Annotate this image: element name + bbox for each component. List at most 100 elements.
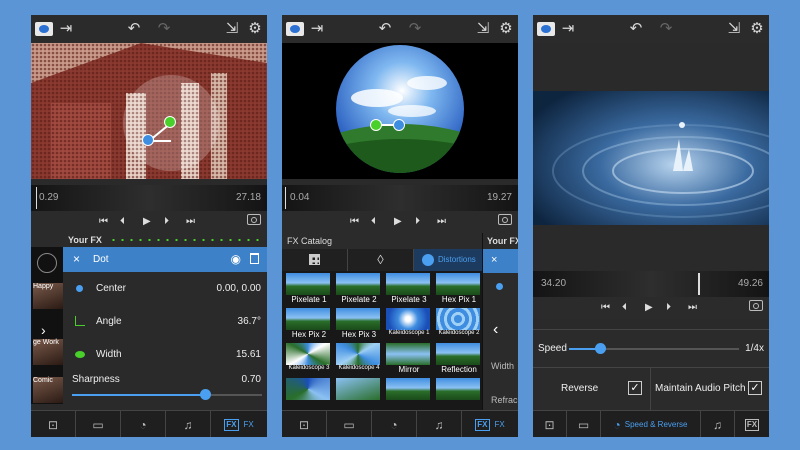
target-icon[interactable] <box>37 253 57 273</box>
gear-icon[interactable]: ⚙ <box>244 19 266 39</box>
chevron-right-icon[interactable]: › <box>41 322 46 338</box>
step-back-icon[interactable]: ⏴ <box>622 301 627 315</box>
app-logo-icon[interactable] <box>286 22 304 36</box>
timeline-scrubber[interactable]: 34.20 49.26 <box>533 271 769 297</box>
play-icon[interactable]: ▶ <box>143 215 151 229</box>
effect-row-4-4[interactable] <box>434 376 485 411</box>
tab-fx[interactable]: FX <box>735 411 769 437</box>
thumb-comic[interactable]: Comic <box>33 377 63 403</box>
video-preview[interactable] <box>533 43 769 271</box>
playhead[interactable] <box>36 187 37 209</box>
camera-icon[interactable] <box>749 300 763 311</box>
display-icon[interactable]: ▭ <box>76 411 121 437</box>
close-icon[interactable]: × <box>73 252 80 266</box>
video-preview[interactable] <box>31 43 267 179</box>
display-icon[interactable]: ▭ <box>567 411 601 437</box>
step-forward-icon[interactable]: ⏵ <box>415 215 420 229</box>
angle-handle[interactable] <box>370 119 382 131</box>
playhead[interactable] <box>698 273 700 295</box>
app-logo-icon[interactable] <box>35 22 53 36</box>
skip-end-icon[interactable]: ⏭ <box>437 215 446 229</box>
tab-color[interactable]: ◊ <box>348 249 414 271</box>
timeline-scrubber[interactable]: 0.04 19.27 <box>282 185 518 211</box>
side-close-icon[interactable]: × <box>483 249 518 273</box>
gear-icon[interactable]: ⚙ <box>495 19 517 39</box>
timeline-scrubber[interactable]: 0.29 27.18 <box>31 185 267 211</box>
tab-pixel[interactable] <box>282 249 348 271</box>
angle-handle[interactable] <box>164 116 176 128</box>
camera-icon[interactable] <box>498 214 512 225</box>
redo-icon[interactable]: ↷ <box>655 19 677 39</box>
effect-hex-pix-1[interactable]: Hex Pix 1 <box>434 271 485 306</box>
effect-pixelate-1[interactable]: Pixelate 1 <box>284 271 335 306</box>
param-center[interactable]: Center 0.00, 0.00 <box>63 272 267 305</box>
skip-end-icon[interactable]: ⏭ <box>186 215 195 229</box>
effect-kaleidoscope-2[interactable]: Kaleidoscope 2 <box>434 306 485 341</box>
export-icon[interactable]: ⇲ <box>723 19 745 39</box>
audio-pitch-option[interactable]: Maintain Audio Pitch ✓ <box>651 368 769 411</box>
effect-reflection[interactable]: Reflection <box>434 341 485 376</box>
undo-icon[interactable]: ↶ <box>123 19 145 39</box>
your-fx-side-panel[interactable]: Your FX × ‹ Width Refrac <box>482 233 518 411</box>
screenshot-icon[interactable]: ⊡ <box>282 411 327 437</box>
play-icon[interactable]: ▶ <box>394 215 402 229</box>
redo-icon[interactable]: ↷ <box>404 19 426 39</box>
step-forward-icon[interactable]: ⏵ <box>164 215 169 229</box>
undo-icon[interactable]: ↶ <box>374 19 396 39</box>
audio-icon[interactable]: ♫ <box>166 411 211 437</box>
effect-mirror[interactable]: Mirror <box>384 341 435 376</box>
center-handle[interactable] <box>393 119 405 131</box>
app-logo-icon[interactable] <box>537 22 555 36</box>
display-icon[interactable]: ▭ <box>327 411 372 437</box>
effect-hex-pix-2[interactable]: Hex Pix 2 <box>284 306 335 341</box>
skip-start-icon[interactable]: ⏮ <box>601 301 610 315</box>
skip-start-icon[interactable]: ⏮ <box>99 215 108 229</box>
tab-distortions[interactable]: Distortions <box>414 249 482 271</box>
sharpness-slider-track[interactable] <box>72 389 262 400</box>
play-icon[interactable]: ▶ <box>645 301 653 315</box>
screenshot-icon[interactable]: ⊡ <box>31 411 76 437</box>
effect-hex-pix-3[interactable]: Hex Pix 3 <box>334 306 385 341</box>
reverse-checkbox[interactable]: ✓ <box>628 381 642 395</box>
effect-kaleidoscope-3[interactable]: Kaleidoscope 3 <box>284 341 335 376</box>
thumb-happy[interactable]: Happy <box>33 283 63 309</box>
effect-pixelate-2[interactable]: Pixelate 2 <box>334 271 385 306</box>
skip-start-icon[interactable]: ⏮ <box>350 215 359 229</box>
audio-icon[interactable]: ♫ <box>417 411 462 437</box>
undo-icon[interactable]: ↶ <box>625 19 647 39</box>
playhead[interactable] <box>285 187 286 209</box>
skip-end-icon[interactable]: ⏭ <box>688 301 697 315</box>
screenshot-icon[interactable]: ⊡ <box>533 411 567 437</box>
export-icon[interactable]: ⇲ <box>472 19 494 39</box>
speedometer-icon[interactable]: ◔ <box>121 411 166 437</box>
effect-row-4-2[interactable] <box>334 376 385 411</box>
speedometer-icon[interactable]: ◔ <box>372 411 417 437</box>
effect-row-4-3[interactable] <box>384 376 435 411</box>
import-icon[interactable]: ⇥ <box>557 19 579 39</box>
audio-pitch-checkbox[interactable]: ✓ <box>748 381 762 395</box>
video-preview[interactable] <box>282 43 518 179</box>
center-handle[interactable] <box>142 134 154 146</box>
effect-row-4-1[interactable] <box>284 376 335 411</box>
import-icon[interactable]: ⇥ <box>306 19 328 39</box>
speed-slider-knob[interactable] <box>594 343 606 354</box>
trash-icon[interactable] <box>250 253 259 264</box>
step-back-icon[interactable]: ⏴ <box>371 215 376 229</box>
speed-slider-track[interactable] <box>569 343 739 354</box>
step-forward-icon[interactable]: ⏵ <box>666 301 671 315</box>
gear-icon[interactable]: ⚙ <box>746 19 768 39</box>
reverse-option[interactable]: Reverse ✓ <box>533 368 651 411</box>
tab-speed-reverse[interactable]: ◔ Speed & Reverse <box>601 411 701 437</box>
fx-thumbnail-strip[interactable]: Happy › ge Work Comic <box>31 247 63 404</box>
eye-icon[interactable]: ◉ <box>231 252 241 266</box>
camera-icon[interactable] <box>247 214 261 225</box>
param-width[interactable]: Width 15.61 <box>63 338 267 371</box>
sharpness-slider-knob[interactable] <box>200 389 211 400</box>
effect-pixelate-3[interactable]: Pixelate 3 <box>384 271 435 306</box>
audio-icon[interactable]: ♫ <box>701 411 735 437</box>
thumb-work[interactable]: ge Work <box>33 339 63 365</box>
step-back-icon[interactable]: ⏴ <box>120 215 125 229</box>
effect-kaleidoscope-1[interactable]: Kaleidoscope 1 <box>384 306 435 341</box>
effect-kaleidoscope-4[interactable]: Kaleidoscope 4 <box>334 341 385 376</box>
tab-fx[interactable]: FX FX <box>462 411 518 437</box>
